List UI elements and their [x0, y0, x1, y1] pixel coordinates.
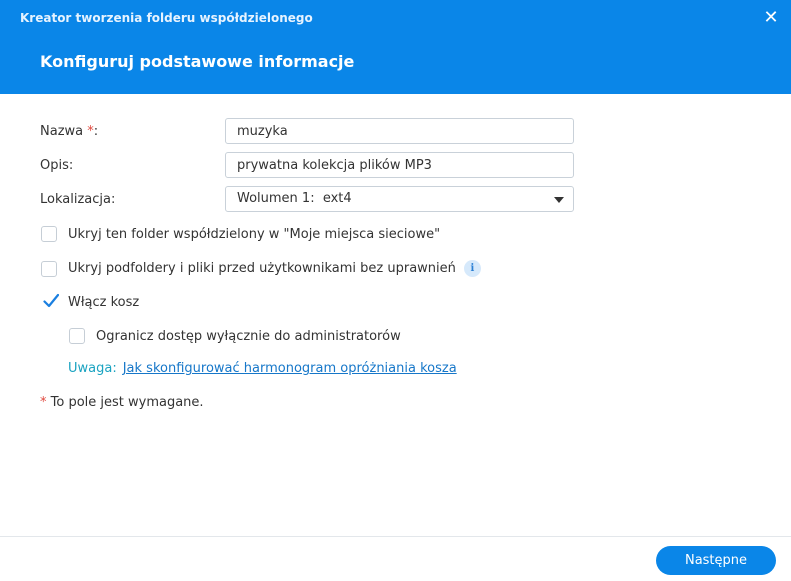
note-label: Uwaga: [68, 361, 117, 376]
name-input[interactable] [225, 118, 574, 144]
restrict-admin-only-label: Ogranicz dostęp wyłącznie do administrat… [96, 328, 401, 344]
restrict-admin-only-checkbox[interactable] [69, 328, 85, 344]
recycle-bin-note: Uwaga: Jak skonfigurować harmonogram opró… [68, 361, 457, 376]
hide-in-network-places-label: Ukryj ten folder współdzielony w "Moje m… [68, 226, 441, 242]
location-select-value: Wolumen 1: ext4 [237, 191, 352, 206]
description-label: Opis: [40, 158, 74, 173]
hide-subfolders-checkbox[interactable] [41, 260, 57, 277]
checkmark-icon [43, 293, 59, 308]
required-field-note: * To pole jest wymagane. [40, 395, 204, 410]
hide-in-network-places-option[interactable]: Ukryj ten folder współdzielony w "Moje m… [41, 226, 440, 242]
name-label-colon: : [93, 124, 99, 139]
info-icon[interactable]: i [463, 260, 481, 277]
chevron-down-icon [554, 197, 564, 203]
enable-recycle-bin-checkbox[interactable] [41, 293, 59, 310]
enable-recycle-bin-option[interactable]: Włącz kosz [41, 293, 140, 310]
location-label: Lokalizacja: [40, 192, 116, 207]
wizard-header: Kreator tworzenia folderu współdzieloneg… [0, 0, 791, 94]
required-note-text: To pole jest wymagane. [46, 395, 204, 410]
hide-in-network-places-checkbox[interactable] [41, 226, 57, 242]
name-label: Nazwa *: [40, 124, 98, 139]
footer-divider [0, 536, 791, 537]
hide-subfolders-option[interactable]: Ukryj podfoldery i pliki przed użytkowni… [41, 260, 481, 277]
shared-folder-wizard-dialog: Kreator tworzenia folderu współdzieloneg… [0, 0, 791, 581]
location-select[interactable]: Wolumen 1: ext4 [225, 186, 574, 212]
window-title: Kreator tworzenia folderu współdzieloneg… [20, 11, 313, 25]
close-icon: ✕ [763, 7, 779, 28]
enable-recycle-bin-label: Włącz kosz [68, 294, 140, 310]
name-label-text: Nazwa [40, 124, 88, 139]
hide-subfolders-label: Ukryj podfoldery i pliki przed użytkowni… [68, 261, 456, 276]
restrict-admin-only-option[interactable]: Ogranicz dostęp wyłącznie do administrat… [69, 328, 401, 344]
description-input[interactable] [225, 152, 574, 178]
recycle-bin-schedule-link[interactable]: Jak skonfigurować harmonogram opróżniani… [123, 361, 457, 376]
step-title: Konfiguruj podstawowe informacje [40, 52, 355, 71]
next-button[interactable]: Następne [656, 546, 776, 575]
close-button[interactable]: ✕ [763, 8, 779, 28]
